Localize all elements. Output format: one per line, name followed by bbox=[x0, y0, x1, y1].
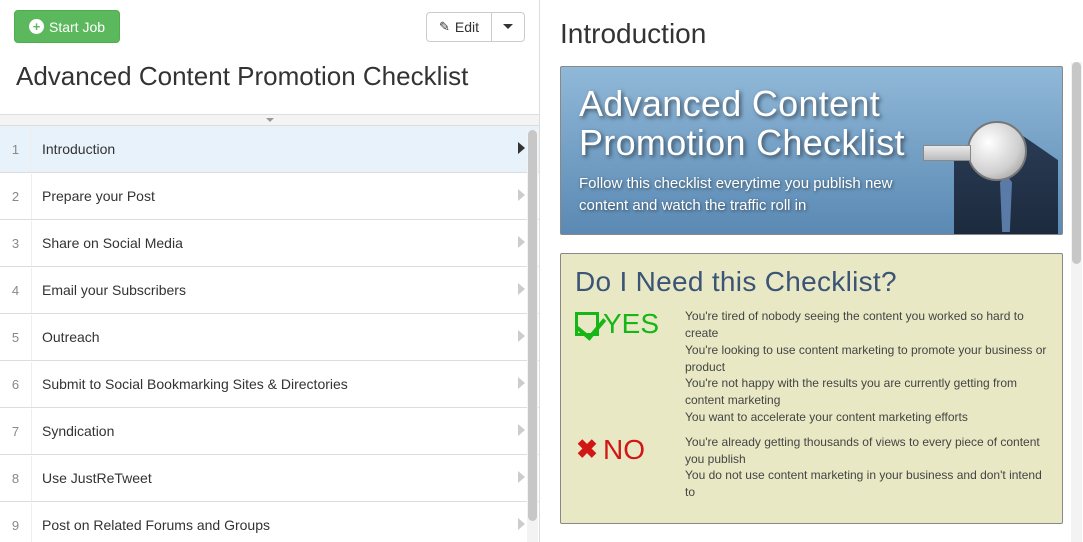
steps-list[interactable]: 1Introduction2Prepare your Post3Share on… bbox=[0, 126, 539, 542]
reason-line: You're already getting thousands of view… bbox=[685, 434, 1048, 468]
chevron-right-icon bbox=[504, 517, 539, 533]
step-label: Syndication bbox=[32, 408, 504, 454]
step-label: Submit to Social Bookmarking Sites & Dir… bbox=[32, 361, 504, 407]
check-icon bbox=[575, 312, 599, 336]
step-row[interactable]: 1Introduction bbox=[0, 126, 539, 173]
hero-banner: Advanced Content Promotion Checklist Fol… bbox=[560, 66, 1063, 235]
chevron-right-icon bbox=[504, 282, 539, 298]
chevron-right-icon bbox=[504, 376, 539, 392]
plus-circle-icon: + bbox=[29, 19, 44, 34]
chevron-down-icon bbox=[503, 24, 513, 29]
hero-subtitle: Follow this checklist everytime you publ… bbox=[579, 173, 932, 217]
reason-line: You do not use content marketing in your… bbox=[685, 467, 1048, 501]
right-panel: Introduction Advanced Content Promotion … bbox=[540, 0, 1083, 542]
edit-button-group: ✎ Edit bbox=[426, 12, 525, 42]
x-icon: ✖ bbox=[575, 434, 599, 465]
step-row[interactable]: 5Outreach bbox=[0, 314, 539, 361]
step-number: 9 bbox=[0, 503, 32, 542]
need-yes-row: YES You're tired of nobody seeing the co… bbox=[575, 308, 1048, 426]
step-number: 4 bbox=[0, 268, 32, 313]
edit-button[interactable]: ✎ Edit bbox=[426, 12, 491, 42]
step-number: 3 bbox=[0, 221, 32, 266]
yes-badge: YES bbox=[575, 308, 671, 340]
step-number: 2 bbox=[0, 174, 32, 219]
chevron-right-icon bbox=[504, 188, 539, 204]
chevron-down-icon bbox=[266, 118, 274, 122]
step-number: 1 bbox=[0, 127, 32, 172]
step-number: 5 bbox=[0, 315, 32, 360]
step-label: Prepare your Post bbox=[32, 173, 504, 219]
step-label: Email your Subscribers bbox=[32, 267, 504, 313]
expand-bar[interactable] bbox=[0, 114, 539, 126]
step-label: Use JustReTweet bbox=[32, 455, 504, 501]
step-number: 8 bbox=[0, 456, 32, 501]
step-label: Introduction bbox=[32, 126, 504, 172]
pencil-icon: ✎ bbox=[439, 20, 450, 33]
step-number: 7 bbox=[0, 409, 32, 454]
hero-illustration bbox=[922, 67, 1063, 234]
no-label: NO bbox=[603, 434, 645, 466]
chevron-right-icon bbox=[504, 423, 539, 439]
step-row[interactable]: 3Share on Social Media bbox=[0, 220, 539, 267]
chevron-right-icon bbox=[504, 141, 539, 157]
detail-title: Introduction bbox=[540, 0, 1083, 62]
step-label: Post on Related Forums and Groups bbox=[32, 502, 504, 542]
step-row[interactable]: 9Post on Related Forums and Groups bbox=[0, 502, 539, 542]
edit-label: Edit bbox=[455, 20, 479, 34]
start-job-button[interactable]: + Start Job bbox=[14, 10, 120, 43]
step-label: Outreach bbox=[32, 314, 504, 360]
yes-label: YES bbox=[603, 308, 659, 340]
step-row[interactable]: 7Syndication bbox=[0, 408, 539, 455]
chevron-right-icon bbox=[504, 470, 539, 486]
reason-line: You want to accelerate your content mark… bbox=[685, 409, 1048, 426]
reason-line: You're looking to use content marketing … bbox=[685, 342, 1048, 376]
megaphone-icon bbox=[967, 121, 1027, 181]
yes-reasons: You're tired of nobody seeing the conten… bbox=[685, 308, 1048, 426]
reason-line: You're not happy with the results you ar… bbox=[685, 375, 1048, 409]
chevron-right-icon bbox=[504, 235, 539, 251]
no-reasons: You're already getting thousands of view… bbox=[685, 434, 1048, 501]
start-job-label: Start Job bbox=[49, 20, 105, 34]
reason-line: You're tired of nobody seeing the conten… bbox=[685, 308, 1048, 342]
page-title: Advanced Content Promotion Checklist bbox=[0, 53, 539, 114]
step-row[interactable]: 6Submit to Social Bookmarking Sites & Di… bbox=[0, 361, 539, 408]
edit-dropdown-button[interactable] bbox=[491, 12, 525, 42]
no-badge: ✖ NO bbox=[575, 434, 671, 466]
step-number: 6 bbox=[0, 362, 32, 407]
left-panel: + Start Job ✎ Edit Advanced Content Prom… bbox=[0, 0, 540, 542]
step-row[interactable]: 8Use JustReTweet bbox=[0, 455, 539, 502]
step-label: Share on Social Media bbox=[32, 220, 504, 266]
hero-title: Advanced Content Promotion Checklist bbox=[579, 85, 932, 163]
step-row[interactable]: 4Email your Subscribers bbox=[0, 267, 539, 314]
need-no-row: ✖ NO You're already getting thousands of… bbox=[575, 434, 1048, 501]
need-checklist-box: Do I Need this Checklist? YES You're tir… bbox=[560, 253, 1063, 524]
need-title: Do I Need this Checklist? bbox=[575, 266, 1048, 298]
detail-body[interactable]: Advanced Content Promotion Checklist Fol… bbox=[540, 62, 1083, 542]
step-row[interactable]: 2Prepare your Post bbox=[0, 173, 539, 220]
tie-shape bbox=[1000, 174, 1012, 232]
toolbar: + Start Job ✎ Edit bbox=[0, 0, 539, 53]
chevron-right-icon bbox=[504, 329, 539, 345]
